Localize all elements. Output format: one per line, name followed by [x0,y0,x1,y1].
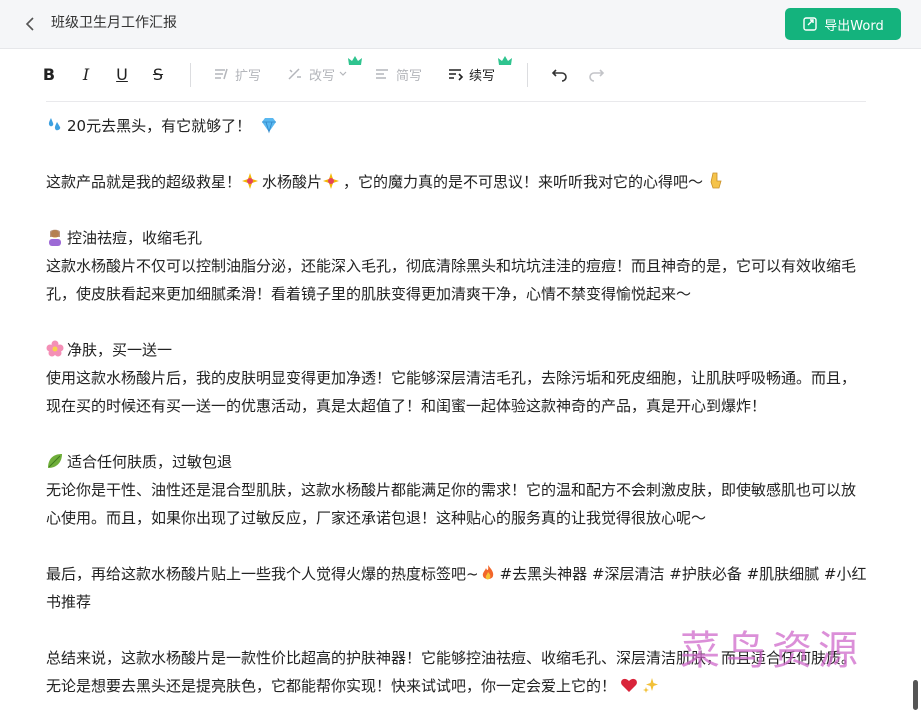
simplify-label: 简写 [396,68,423,84]
section-heading: 适合任何肤质，过敏包退 [46,448,868,476]
back-icon [25,17,34,31]
toolbar-divider [190,63,191,87]
section-heading: 控油祛痘，收缩毛孔 [46,224,868,252]
underline-button[interactable]: U [112,62,132,86]
sparkles-icon [643,678,659,693]
paragraph: 无论你是干性、油性还是混合型肌肤，这款水杨酸片都能满足你的需求！它的温和配方不会… [46,481,857,527]
continue-button[interactable]: 续写 [447,56,512,86]
chevron-down-icon [339,71,347,76]
top-bar: 班级卫生月工作汇报 导出Word [0,0,921,49]
paragraph: 最后，再给这款水杨酸片贴上一些我个人觉得火爆的热度标签吧~ #去黑头神器 #深层… [46,565,867,611]
undo-icon [551,69,567,82]
undo-button[interactable] [551,62,569,86]
document-title: 班级卫生月工作汇报 [51,15,177,31]
toolbar-divider [527,63,528,87]
continue-label: 续写 [469,68,496,84]
continue-icon [449,69,464,81]
strikethrough-button[interactable]: S [148,62,168,86]
back-button[interactable] [20,12,40,36]
leaf-icon [48,454,62,468]
simplify-icon [376,69,388,79]
gem-icon [261,118,276,134]
redo-button[interactable] [587,62,605,86]
section-heading: 净肤，买一送一 [46,336,868,364]
rewrite-button[interactable]: 改写 [287,56,362,86]
crown-icon [498,56,512,65]
crown-icon [348,56,362,65]
paragraph: 这款水杨酸片不仅可以控制油脂分泌，还能深入毛孔，彻底清除黑头和坑坑洼洼的痘痘！而… [46,257,857,303]
italic-button[interactable]: I [76,62,96,86]
flower-icon [46,340,64,357]
redo-icon [589,69,605,82]
editor-content[interactable]: 20元去黑头，有它就够了！ 这款产品就是我的超级救星！ 水杨酸片 ，它的魔力真的… [46,112,868,700]
simplify-button[interactable]: 简写 [374,62,422,86]
paragraph: 使用这款水杨酸片后，我的皮肤明显变得更加净透！它能够深层清洁毛孔，去除污垢和死皮… [46,369,857,415]
vertical-scrollbar[interactable] [913,680,918,710]
bold-button[interactable]: B [39,62,59,86]
editor-toolbar: B I U S 扩写 改写 简写 续写 [0,49,921,99]
watermark: 菜鸟资源 [680,628,864,674]
content-top-divider [46,101,866,102]
heart-icon [621,678,637,692]
pointing-down-icon [710,172,722,189]
export-word-button[interactable]: 导出Word [785,8,901,40]
export-label: 导出Word [824,18,884,34]
fire-icon [482,565,493,580]
paragraph: 这款产品就是我的超级救星！ 水杨酸片 ，它的魔力真的是不可思议！来听听我对它的心… [46,168,868,196]
rewrite-label: 改写 [309,68,336,84]
person-icon [49,229,61,246]
expand-button[interactable]: 扩写 [213,62,261,86]
sparkle-icon [242,173,259,189]
sweat-droplets-icon [48,118,61,131]
expand-label: 扩写 [235,68,262,84]
sparkle-icon [323,173,340,189]
rewrite-icon [288,68,301,80]
expand-icon [215,68,228,80]
paragraph: 20元去黑头，有它就够了！ [46,112,868,140]
export-icon [803,17,817,31]
